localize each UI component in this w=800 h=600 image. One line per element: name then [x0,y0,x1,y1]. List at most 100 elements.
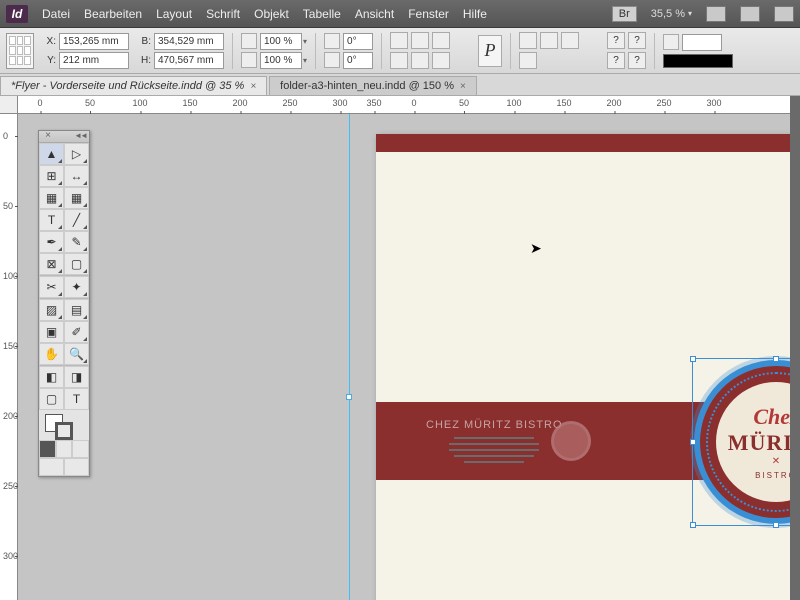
help-button-2[interactable]: ? [628,32,646,49]
ruler-vertical[interactable]: 050100150200250300 [0,114,18,600]
fill-stroke-toggle[interactable]: ◧ [39,366,64,388]
app-logo: Id [6,5,28,23]
ruler-origin[interactable] [0,96,18,114]
h-label: H: [137,55,151,66]
w-field[interactable]: 354,529 mm [154,33,224,50]
flip-v-button[interactable] [411,32,429,49]
control-bar: X:153,265 mm Y:212 mm B:354,529 mm H:470… [0,28,800,74]
fill-icon[interactable] [663,34,679,50]
menu-hilfe[interactable]: Hilfe [463,7,487,21]
close-icon[interactable]: × [250,81,256,92]
tools-panel-header[interactable] [39,131,89,143]
menu-objekt[interactable]: Objekt [254,7,289,21]
side-panel-collapsed[interactable] [790,96,800,600]
close-icon[interactable]: × [460,81,466,92]
apply-none-button[interactable] [72,440,89,458]
scale-y-icon [241,52,257,68]
reference-point-icon[interactable] [6,33,34,69]
fill-stroke-swatch[interactable] [39,410,89,440]
rectangle-tool[interactable]: ▢ [64,253,89,275]
zoom-tool[interactable]: 🔍 [64,343,89,365]
ruler-horizontal[interactable]: 050100150200250300350050100150200250300 [18,96,800,114]
tab-folder[interactable]: folder-a3-hinten_neu.indd @ 150 %× [269,76,477,95]
w-label: B: [137,36,151,47]
workspace: 050100150200250300350050100150200250300 … [0,96,800,600]
help-button-4[interactable]: ? [628,52,646,69]
shear-field[interactable]: 0° [343,52,373,69]
canvas[interactable]: CHEZ MÜRITZ BISTRO Chez MÜRITZ ✕ BISTRO … [18,114,800,600]
scale-y-field[interactable]: 100 % [260,52,302,69]
badge-logo[interactable]: Chez MÜRITZ ✕ BISTRO [696,362,800,522]
screen-mode-icon[interactable] [740,6,760,22]
zoom-level[interactable]: 35,5 % [651,8,692,20]
eyedropper-tool[interactable]: ✐ [64,321,89,343]
formatting-container[interactable]: ▢ [39,388,64,410]
guide-vertical[interactable] [349,114,350,600]
arrange-icon[interactable] [774,6,794,22]
paragraph-style-icon[interactable]: P [478,35,502,67]
menu-layout[interactable]: Layout [156,7,192,21]
gradient-feather-tool[interactable]: ▤ [64,299,89,321]
rotate-cw-button[interactable] [432,32,450,49]
view-mode-preview[interactable] [64,458,89,476]
free-transform-tool[interactable]: ✦ [64,276,89,298]
badge-cross-icon: ✕ [772,456,780,467]
rotate-ccw-button[interactable] [390,52,408,69]
x-label: X: [42,36,56,47]
rectangle-frame-tool[interactable]: ⊠ [39,253,64,275]
y-label: Y: [42,55,56,66]
default-fill-stroke[interactable]: ◨ [64,366,89,388]
type-tool[interactable]: T [39,209,64,231]
rotate-field[interactable]: 0° [343,33,373,50]
stroke-style-swatch[interactable] [663,54,733,68]
align-button-3[interactable] [561,32,579,49]
transform-buttons [390,32,470,69]
align-button-4[interactable] [519,52,537,69]
line-tool[interactable]: ╱ [64,209,89,231]
pencil-tool[interactable]: ✎ [64,231,89,253]
flip-h-button[interactable] [390,32,408,49]
h-field[interactable]: 470,567 mm [154,52,224,69]
select-content-button[interactable] [432,52,450,69]
menu-tabelle[interactable]: Tabelle [303,7,341,21]
formatting-text[interactable]: T [64,388,89,410]
bridge-badge[interactable]: Br [612,6,637,22]
help-button-3[interactable]: ? [607,52,625,69]
note-tool[interactable]: ▣ [39,321,64,343]
gap-tool[interactable]: ↔ [64,165,89,187]
menu-fenster[interactable]: Fenster [408,7,449,21]
menu-schrift[interactable]: Schrift [206,7,240,21]
menu-datei[interactable]: Datei [42,7,70,21]
align-buttons [519,32,599,69]
band-lines-icon [449,437,539,463]
view-options-icon[interactable] [706,6,726,22]
shear-icon [324,52,340,68]
band-circle-icon [551,421,591,461]
content-placer-tool[interactable]: ▦ [64,187,89,209]
select-container-button[interactable] [411,52,429,69]
apply-color-button[interactable] [39,440,56,458]
document-page[interactable]: CHEZ MÜRITZ BISTRO Chez MÜRITZ ✕ BISTRO [376,134,800,600]
direct-selection-tool[interactable]: ▷ [64,143,89,165]
view-mode-normal[interactable] [39,458,64,476]
pen-tool[interactable]: ✒ [39,231,64,253]
tab-flyer[interactable]: *Flyer - Vorderseite und Rückseite.indd … [0,76,267,95]
content-collector-tool[interactable]: ▦ [39,187,64,209]
apply-gradient-button[interactable] [56,440,73,458]
scale-x-field[interactable]: 100 % [260,33,302,50]
anchor-point[interactable] [346,394,352,400]
scissors-tool[interactable]: ✂ [39,276,64,298]
menu-bearbeiten[interactable]: Bearbeiten [84,7,142,21]
hand-tool[interactable]: ✋ [39,343,64,365]
align-button-2[interactable] [540,32,558,49]
x-field[interactable]: 153,265 mm [59,33,129,50]
menu-bar: Id Datei Bearbeiten Layout Schrift Objek… [0,0,800,28]
y-field[interactable]: 212 mm [59,52,129,69]
selection-tool[interactable]: ▲ [39,143,64,165]
stroke-weight-field[interactable] [682,34,722,51]
align-button-1[interactable] [519,32,537,49]
gradient-swatch-tool[interactable]: ▨ [39,299,64,321]
help-button-1[interactable]: ? [607,32,625,49]
menu-ansicht[interactable]: Ansicht [355,7,394,21]
page-tool[interactable]: ⊞ [39,165,64,187]
